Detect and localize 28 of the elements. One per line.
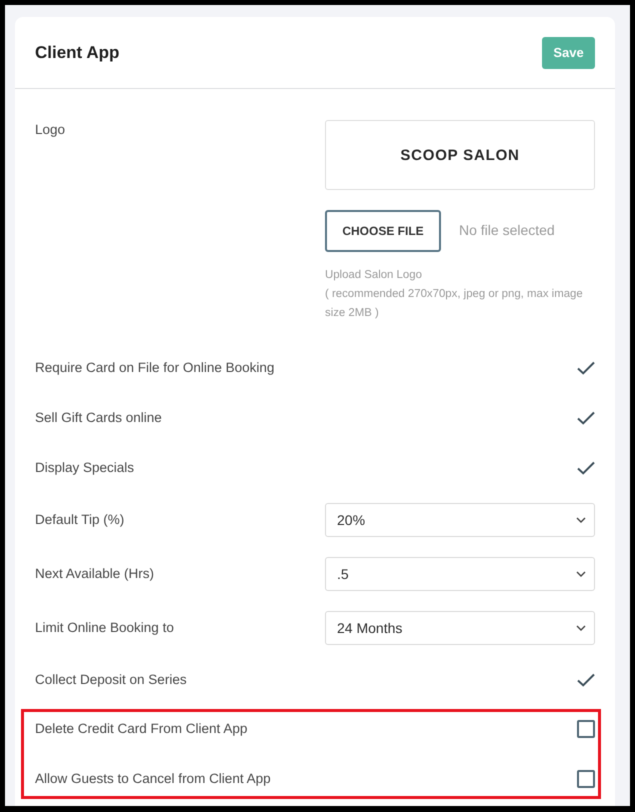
salon-logo: SCOOP SALON bbox=[400, 146, 520, 164]
checkbox[interactable] bbox=[577, 770, 595, 788]
choose-file-button[interactable]: CHOOSE FILE bbox=[325, 210, 441, 252]
checkbox[interactable] bbox=[577, 361, 595, 375]
upload-hint: ( recommended 270x70px, jpeg or png, max image size 2MB ) bbox=[325, 287, 584, 321]
setting-label: Sell Gift Cards online bbox=[35, 409, 162, 427]
dropdown[interactable]: .5 bbox=[325, 557, 595, 591]
checkbox[interactable] bbox=[577, 673, 595, 687]
upload-hint: Upload Salon Logo bbox=[325, 268, 422, 283]
checkbox[interactable] bbox=[577, 461, 595, 475]
chevron-down-icon bbox=[576, 625, 586, 631]
file-status: No file selected bbox=[459, 222, 555, 238]
checkbox[interactable] bbox=[577, 411, 595, 425]
dropdown[interactable]: 24 Months bbox=[325, 611, 595, 645]
checkbox[interactable] bbox=[577, 720, 595, 738]
card-title: Client App bbox=[35, 42, 120, 62]
setting-label: Allow Guests to Cancel from Client App bbox=[35, 770, 271, 788]
setting-label: Logo bbox=[35, 121, 66, 139]
setting-label: Delete Credit Card From Client App bbox=[35, 720, 248, 738]
setting-label: Require Card on File for Online Booking bbox=[35, 359, 274, 377]
setting-label: Collect Deposit on Series bbox=[35, 671, 187, 689]
chevron-down-icon bbox=[576, 517, 586, 523]
setting-label: Display Specials bbox=[35, 459, 134, 477]
setting-label: Next Available (Hrs) bbox=[35, 565, 154, 583]
setting-label: Limit Online Booking to bbox=[35, 619, 174, 637]
setting-label: Default Tip (%) bbox=[35, 511, 124, 529]
chevron-down-icon bbox=[576, 571, 586, 577]
dropdown[interactable]: 20% bbox=[325, 503, 595, 537]
